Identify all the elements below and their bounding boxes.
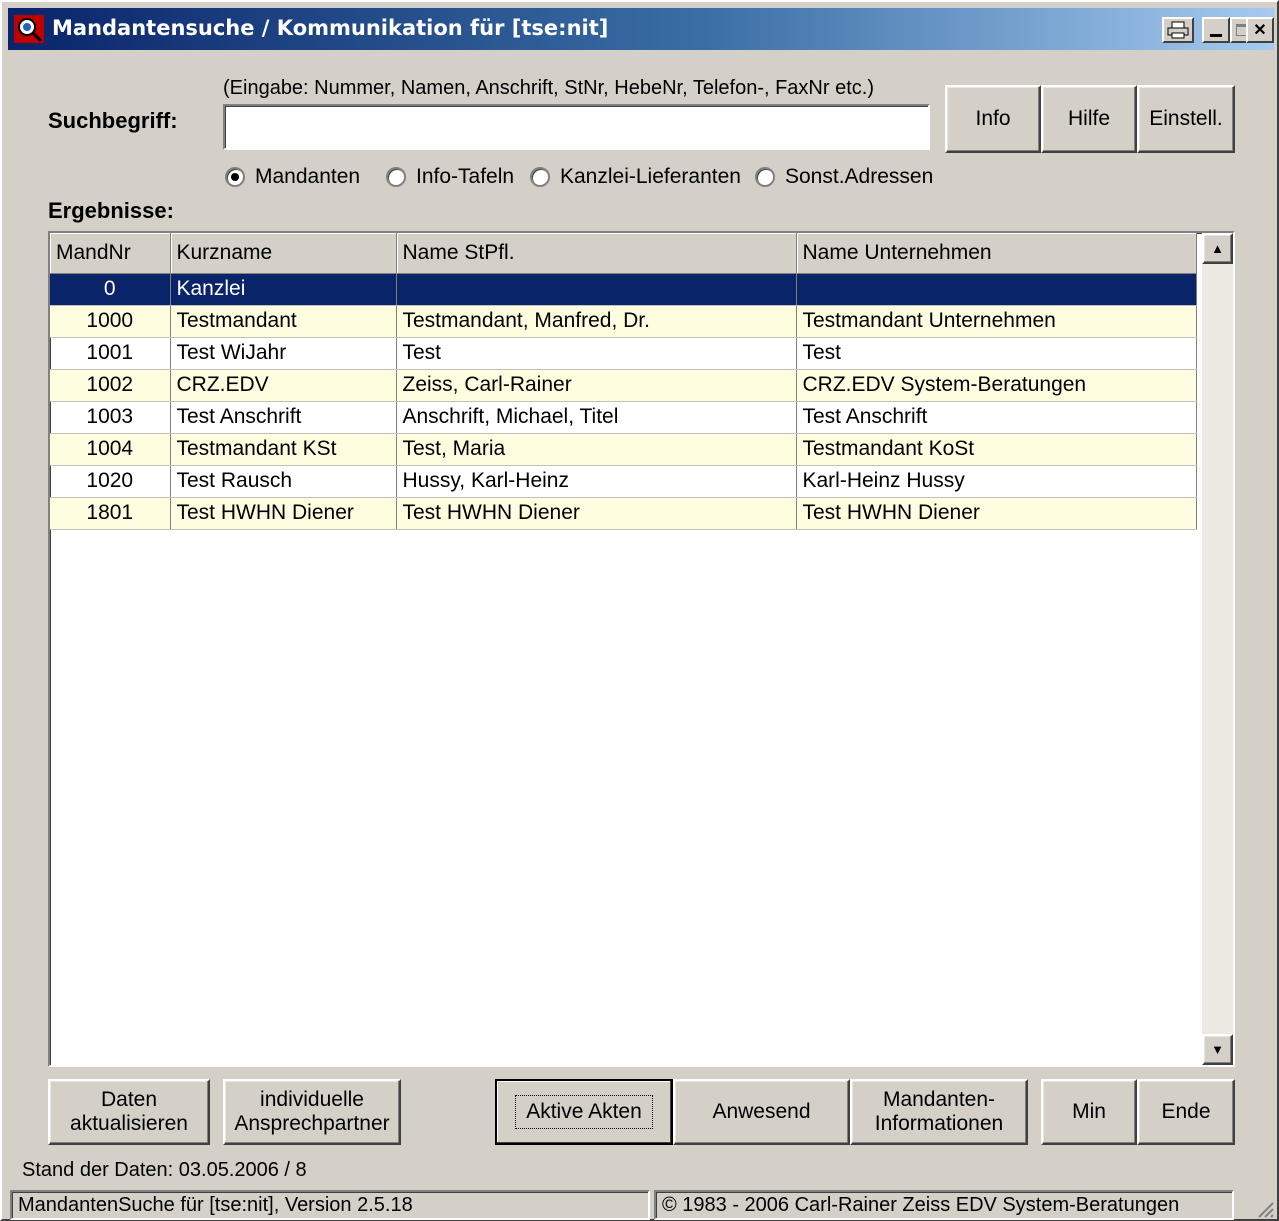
info-button[interactable]: Info <box>945 85 1041 153</box>
search-label: Suchbegriff: <box>48 108 178 133</box>
individuelle-ansprechpartner-button[interactable]: individuelle Ansprechpartner <box>223 1079 401 1145</box>
header-row: MandNr Kurzname Name StPfl. Name Unterne… <box>50 233 1197 274</box>
table-row[interactable]: 1001 Test WiJahr Test Test <box>50 337 1197 370</box>
title-bar[interactable]: Mandantensuche / Kommunikation für [tse:… <box>8 8 1274 50</box>
window-title: Mandantensuche / Kommunikation für [tse:… <box>52 16 609 40</box>
radio-info-tafeln[interactable]: Info-Tafeln <box>386 164 514 190</box>
table-row[interactable]: 0 Kanzlei <box>50 273 1197 306</box>
radio-unchecked-icon <box>386 167 406 187</box>
radio-mandanten[interactable]: Mandanten <box>225 164 360 190</box>
search-hint: (Eingabe: Nummer, Namen, Anschrift, StNr… <box>223 77 874 99</box>
column-header-name-stpfl[interactable]: Name StPfl. <box>396 233 797 274</box>
table-row[interactable]: 1801 Test HWHN Diener Test HWHN Diener T… <box>50 497 1197 530</box>
radio-unchecked-icon <box>530 167 550 187</box>
scroll-down-icon[interactable]: ▼ <box>1202 1034 1233 1065</box>
min-button[interactable]: Min <box>1041 1079 1137 1145</box>
results-table: MandNr Kurzname Name StPfl. Name Unterne… <box>50 233 1197 530</box>
table-row[interactable]: 1004 Testmandant KSt Test, Maria Testman… <box>50 433 1197 466</box>
column-header-name-unternehmen[interactable]: Name Unternehmen <box>796 233 1197 274</box>
main-window: Mandantensuche / Kommunikation für [tse:… <box>0 0 1279 1221</box>
radio-unchecked-icon <box>755 167 775 187</box>
aktive-akten-button[interactable]: Aktive Akten <box>495 1079 673 1145</box>
scroll-up-icon[interactable]: ▲ <box>1202 233 1233 264</box>
vertical-scrollbar[interactable]: ▲ ▼ <box>1202 233 1233 1065</box>
search-input[interactable] <box>223 104 930 150</box>
anwesend-button[interactable]: Anwesend <box>673 1079 850 1145</box>
table-row[interactable]: 1002 CRZ.EDV Zeiss, Carl-Rainer CRZ.EDV … <box>50 369 1197 402</box>
einstell-button[interactable]: Einstell. <box>1137 85 1235 153</box>
hilfe-button[interactable]: Hilfe <box>1041 85 1137 153</box>
results-heading: Ergebnisse: <box>48 198 174 223</box>
results-grid[interactable]: MandNr Kurzname Name StPfl. Name Unterne… <box>48 231 1235 1067</box>
daten-aktualisieren-button[interactable]: Daten aktualisieren <box>48 1079 210 1145</box>
column-header-kurzname[interactable]: Kurzname <box>170 233 397 274</box>
close-icon[interactable]: ✕ <box>1246 17 1274 43</box>
print-icon[interactable] <box>1162 17 1194 43</box>
status-left: MandantenSuche für [tse:nit], Version 2.… <box>10 1190 650 1220</box>
data-timestamp: Stand der Daten: 03.05.2006 / 8 <box>22 1159 307 1181</box>
ende-button[interactable]: Ende <box>1137 1079 1235 1145</box>
status-right: © 1983 - 2006 Carl-Rainer Zeiss EDV Syst… <box>654 1190 1234 1220</box>
radio-checked-icon <box>225 167 245 187</box>
radio-kanzlei-lieferanten[interactable]: Kanzlei-Lieferanten <box>530 164 741 190</box>
resize-grip-icon[interactable] <box>1254 1198 1274 1218</box>
table-row[interactable]: 1000 Testmandant Testmandant, Manfred, D… <box>50 305 1197 338</box>
table-row[interactable]: 1020 Test Rausch Hussy, Karl-Heinz Karl-… <box>50 465 1197 498</box>
mandanten-informationen-button[interactable]: Mandanten- Informationen <box>850 1079 1028 1145</box>
radio-sonst-adressen[interactable]: Sonst.Adressen <box>755 164 933 190</box>
minimize-icon[interactable] <box>1202 17 1230 43</box>
app-icon <box>14 15 44 43</box>
table-row[interactable]: 1003 Test Anschrift Anschrift, Michael, … <box>50 401 1197 434</box>
column-header-mandnr[interactable]: MandNr <box>50 233 171 274</box>
